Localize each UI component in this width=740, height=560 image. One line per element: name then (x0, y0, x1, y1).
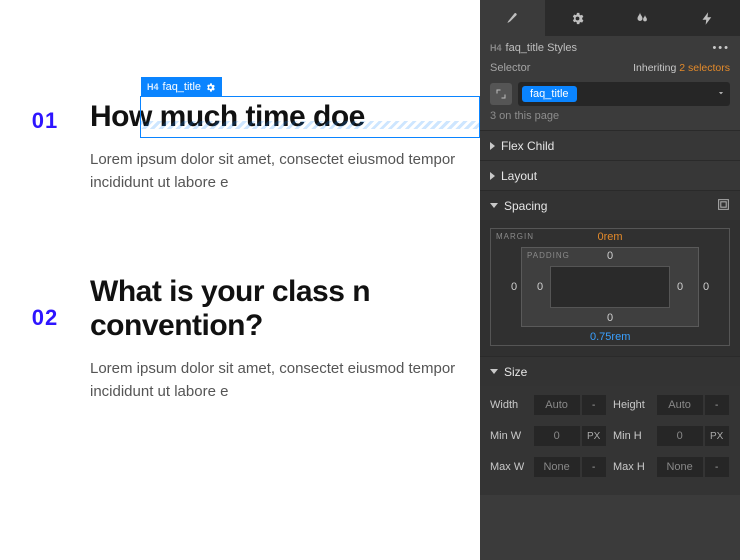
class-chip-input[interactable]: faq_title (518, 82, 730, 106)
margin-label: MARGIN (496, 232, 534, 241)
maxw-input[interactable] (534, 457, 580, 477)
height-label: Height (613, 399, 657, 411)
height-input[interactable] (657, 395, 703, 415)
spacing-editor: MARGIN 0rem 0 0.75rem 0 PADDING 0 0 0 0 (480, 220, 740, 356)
faq-item: 01 How much time doe Lorem ipsum dolor s… (0, 100, 480, 195)
faq-number: 01 (0, 100, 90, 195)
padding-top-input[interactable]: 0 (595, 250, 625, 262)
h4-icon: H4 (147, 82, 159, 92)
selected-element-tag[interactable]: H4 faq_title (141, 77, 222, 97)
chevron-down-icon[interactable] (716, 88, 726, 101)
caret-right-icon (490, 142, 495, 150)
panel-tabs (480, 0, 740, 36)
height-unit[interactable]: - (705, 395, 729, 415)
width-unit[interactable]: - (582, 395, 606, 415)
tab-interactions[interactable] (675, 0, 740, 36)
minw-unit[interactable]: PX (582, 426, 606, 446)
caret-down-icon (490, 203, 498, 208)
tab-effects[interactable] (610, 0, 675, 36)
width-input[interactable] (534, 395, 580, 415)
selector-label: Selector (490, 62, 530, 74)
section-layout[interactable]: Layout (480, 160, 740, 190)
faq-number: 02 (0, 275, 90, 404)
tab-style[interactable] (480, 0, 545, 36)
minw-label: Min W (490, 430, 534, 442)
inheriting-info[interactable]: Inheriting 2 selectors (633, 62, 730, 74)
section-flex-child[interactable]: Flex Child (480, 130, 740, 160)
minw-input[interactable] (534, 426, 580, 446)
maxh-unit[interactable]: - (705, 457, 729, 477)
section-size[interactable]: Size (480, 356, 740, 386)
element-breadcrumb: H4faq_title Styles (490, 42, 577, 54)
content-box (550, 266, 670, 308)
faq-title[interactable]: How much time doe (90, 100, 480, 134)
faq-title[interactable]: What is your class n convention? (90, 275, 480, 343)
minh-label: Min H (613, 430, 657, 442)
caret-down-icon (490, 369, 498, 374)
size-editor: Width - Height - Min W PX Min H PX Max W… (480, 386, 740, 495)
faq-body: Lorem ipsum dolor sit amet, consectet ei… (90, 357, 480, 404)
minh-unit[interactable]: PX (705, 426, 729, 446)
style-panel: H4faq_title Styles ••• Selector Inheriti… (480, 0, 740, 560)
width-label: Width (490, 399, 534, 411)
maxh-label: Max H (613, 461, 657, 473)
caret-right-icon (490, 172, 495, 180)
design-canvas[interactable]: H4 faq_title 01 How much time doe Lorem … (0, 0, 480, 560)
tab-settings[interactable] (545, 0, 610, 36)
state-selector-button[interactable] (490, 83, 512, 105)
maxw-label: Max W (490, 461, 534, 473)
faq-body: Lorem ipsum dolor sit amet, consectet​ e… (90, 148, 480, 195)
class-chip[interactable]: faq_title (522, 86, 577, 102)
maxh-input[interactable] (657, 457, 703, 477)
selector-count[interactable]: 3 on this page (480, 110, 740, 130)
maxw-unit[interactable]: - (582, 457, 606, 477)
selected-element-name: faq_title (163, 81, 202, 93)
padding-bottom-input[interactable]: 0 (595, 312, 625, 324)
faq-item: 02 What is your class n convention? Lore… (0, 275, 480, 404)
element-settings-icon[interactable] (205, 82, 216, 93)
margin-bottom-input[interactable]: 0.75rem (590, 331, 630, 343)
spacing-more-icon[interactable] (717, 198, 730, 214)
section-spacing[interactable]: Spacing (480, 190, 740, 220)
margin-top-input[interactable]: 0rem (590, 231, 630, 243)
padding-label: PADDING (527, 251, 570, 260)
minh-input[interactable] (657, 426, 703, 446)
more-menu-icon[interactable]: ••• (712, 42, 730, 54)
